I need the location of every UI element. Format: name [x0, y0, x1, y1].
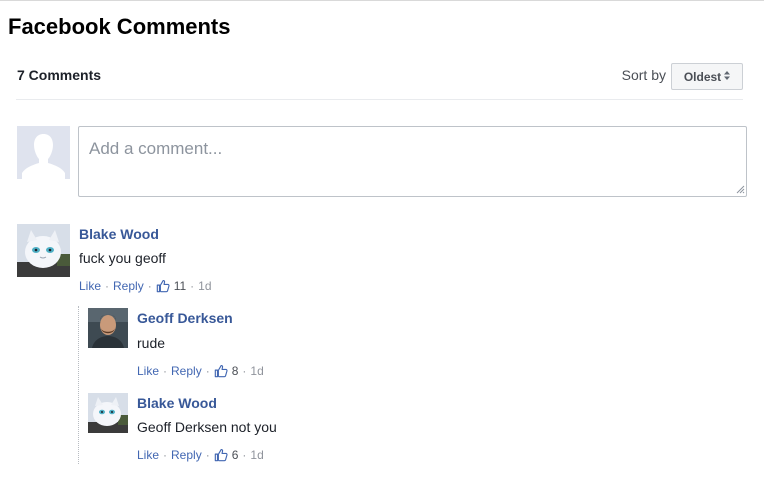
- comment-input[interactable]: [78, 126, 747, 197]
- comment-author[interactable]: Blake Wood: [137, 395, 217, 411]
- resize-grip-icon[interactable]: [735, 184, 745, 194]
- comment-author[interactable]: Blake Wood: [79, 226, 159, 242]
- sort-arrows-icon: [724, 71, 731, 82]
- avatar[interactable]: [17, 224, 70, 277]
- like-link[interactable]: Like: [137, 448, 159, 462]
- like-link[interactable]: Like: [79, 279, 101, 293]
- reply-thread-line: [78, 306, 79, 464]
- separator: ·: [105, 279, 110, 293]
- separator: ·: [163, 448, 168, 462]
- comment-text: Geoff Derksen not you: [137, 419, 277, 435]
- comment-actions: Like · Reply · 6 · 1d: [137, 448, 264, 462]
- separator: ·: [242, 448, 247, 462]
- default-avatar-icon: [17, 126, 70, 179]
- like-count: 6: [231, 448, 239, 462]
- comment-author[interactable]: Geoff Derksen: [137, 310, 233, 326]
- reply-link[interactable]: Reply: [171, 364, 202, 378]
- comment-count: 7 Comments: [17, 67, 102, 83]
- separator: ·: [163, 364, 168, 378]
- thumbs-up-icon: [214, 448, 228, 462]
- separator: ·: [205, 448, 210, 462]
- comment-text: fuck you geoff: [79, 250, 166, 266]
- page-title: Facebook Comments: [8, 14, 231, 39]
- like-count: 8: [231, 364, 239, 378]
- sort-label: Sort by: [621, 67, 666, 83]
- separator: ·: [205, 364, 210, 378]
- timestamp: 1d: [250, 448, 264, 462]
- timestamp: 1d: [198, 279, 212, 293]
- thumbs-up-icon: [214, 364, 228, 378]
- like-count: 11: [173, 279, 187, 293]
- avatar[interactable]: [88, 308, 128, 348]
- comment-text: rude: [137, 335, 166, 351]
- separator: ·: [242, 364, 247, 378]
- timestamp: 1d: [250, 364, 264, 378]
- sort-dropdown[interactable]: Oldest: [671, 63, 743, 90]
- separator: ·: [147, 279, 152, 293]
- comments-header: 7 Comments Sort by Oldest: [16, 62, 743, 92]
- like-link[interactable]: Like: [137, 364, 159, 378]
- thumbs-up-icon: [156, 279, 170, 293]
- reply-link[interactable]: Reply: [171, 448, 202, 462]
- comment-actions: Like · Reply · 8 · 1d: [137, 364, 264, 378]
- header-divider: [16, 99, 743, 100]
- separator: ·: [190, 279, 195, 293]
- top-rule: [0, 0, 764, 1]
- reply-link[interactable]: Reply: [113, 279, 144, 293]
- sort-value: Oldest: [683, 69, 722, 84]
- comment-actions: Like · Reply · 11 · 1d: [79, 279, 212, 293]
- avatar[interactable]: [88, 393, 128, 433]
